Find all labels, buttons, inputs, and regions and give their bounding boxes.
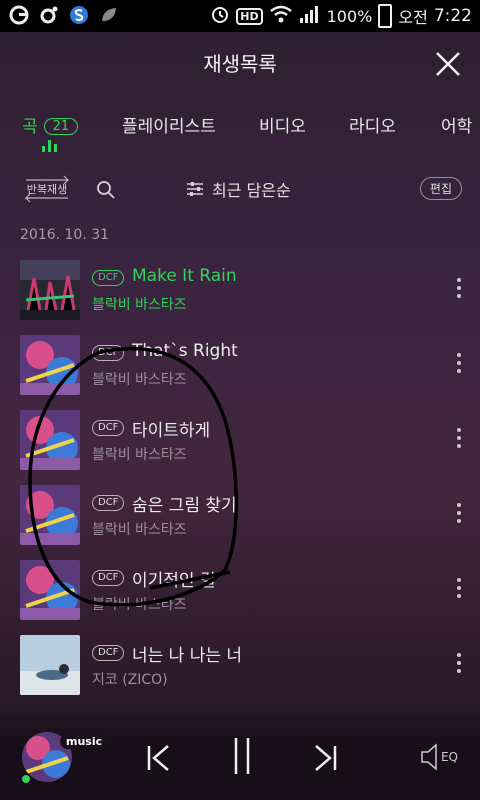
ampm: 오전 — [398, 8, 428, 27]
song-row[interactable]: DCF Make It Rain 블락비 바스타즈 — [0, 258, 480, 322]
battery-percent: 100% — [326, 6, 373, 26]
battery-charging-icon — [378, 4, 393, 28]
app-g-icon — [8, 4, 30, 26]
tab-playlist[interactable]: 플레이리스트 — [122, 112, 216, 137]
song-row[interactable]: DCF 숨은 그림 찾기 블락비 바스타즈 — [0, 483, 480, 547]
more-options-button[interactable] — [456, 503, 462, 525]
song-artist: 블락비 바스타즈 — [92, 297, 187, 313]
song-title: 이기적인 걸 — [132, 571, 216, 591]
wifi-icon — [269, 5, 293, 27]
song-row[interactable]: DCF 너는 나 나는 너 지코 (ZICO) — [0, 633, 480, 697]
more-options-button[interactable] — [456, 578, 462, 600]
album-art — [20, 560, 80, 620]
more-options-button[interactable] — [456, 428, 462, 450]
eq-label: EQ — [440, 750, 458, 764]
playing-indicator — [22, 775, 30, 783]
song-row[interactable]: DCF That`s Right 블락비 바스타즈 — [0, 333, 480, 397]
music-badge: music — [60, 734, 109, 749]
pause-button[interactable] — [229, 738, 255, 774]
search-button[interactable] — [96, 180, 116, 200]
song-artist: 블락비 바스타즈 — [92, 447, 187, 463]
album-art — [20, 635, 80, 695]
now-playing-bars-icon — [42, 140, 58, 152]
edit-button[interactable]: 편집 — [419, 177, 462, 200]
sort-button[interactable]: 최근 담은순 — [186, 177, 291, 201]
format-badge: DCF — [92, 270, 125, 286]
tab-songs-label: 곡 — [22, 117, 38, 137]
more-options-button[interactable] — [456, 278, 462, 300]
song-row[interactable]: DCF 타이트하게 블락비 바스타즈 — [0, 408, 480, 472]
category-tabs: 곡 21 플레이리스트 비디오 라디오 어학 — [0, 112, 480, 162]
format-badge: DCF — [92, 420, 125, 436]
status-bar: HD 100% 오전 7:22 — [0, 0, 480, 32]
album-art — [20, 260, 80, 320]
search-icon — [97, 181, 115, 199]
song-title: 타이트하게 — [132, 421, 211, 441]
song-artist: 블락비 바스타즈 — [92, 522, 187, 538]
album-art — [20, 485, 80, 545]
speaker-icon — [421, 743, 437, 771]
pause-icon — [234, 738, 250, 774]
hd-icon: HD — [236, 7, 263, 25]
song-artist: 블락비 바스타즈 — [92, 372, 187, 388]
song-row[interactable]: DCF 이기적인 걸 블락비 바스타즈 — [0, 558, 480, 622]
app-s-icon — [68, 4, 90, 26]
close-icon — [436, 52, 460, 76]
previous-icon — [147, 745, 169, 771]
app-o-icon — [38, 4, 60, 26]
previous-button[interactable] — [146, 744, 172, 772]
format-badge: DCF — [92, 645, 125, 661]
format-badge: DCF — [92, 570, 125, 586]
date-header: 2016. 10. 31 — [20, 227, 110, 243]
song-artist: 지코 (ZICO) — [92, 672, 168, 688]
mini-player: music EQ — [0, 712, 480, 800]
song-title: That`s Right — [132, 341, 238, 361]
system-indicators: HD 100% 오전 7:22 — [210, 4, 472, 28]
song-artist: 블락비 바스타즈 — [92, 597, 187, 613]
notification-icons — [8, 4, 120, 26]
page-title: 재생목록 — [203, 52, 277, 76]
next-icon — [315, 745, 337, 771]
sort-filter-icon — [187, 182, 203, 196]
repeat-label: 반복재생 — [26, 183, 68, 196]
song-count-badge: 21 — [43, 118, 79, 135]
song-title: Make It Rain — [132, 266, 237, 286]
more-options-button[interactable] — [456, 653, 462, 675]
format-badge: DCF — [92, 345, 125, 361]
signal-icon — [299, 4, 321, 28]
tab-radio[interactable]: 라디오 — [349, 112, 396, 137]
tab-language[interactable]: 어학 — [441, 112, 472, 137]
sort-label: 최근 담은순 — [212, 181, 291, 200]
more-options-button[interactable] — [456, 353, 462, 375]
tab-songs[interactable]: 곡 21 — [22, 112, 79, 137]
clock: 7:22 — [433, 6, 472, 26]
album-art — [20, 410, 80, 470]
album-art — [20, 335, 80, 395]
tab-video[interactable]: 비디오 — [259, 112, 306, 137]
song-title: 숨은 그림 찾기 — [132, 496, 237, 516]
format-badge: DCF — [92, 495, 125, 511]
song-title: 너는 나 나는 너 — [132, 646, 243, 666]
next-button[interactable] — [312, 744, 338, 772]
alarm-icon — [210, 4, 230, 28]
leaf-icon — [98, 4, 120, 26]
repeat-button[interactable]: 반복재생 — [20, 174, 74, 204]
close-button[interactable] — [432, 48, 464, 80]
